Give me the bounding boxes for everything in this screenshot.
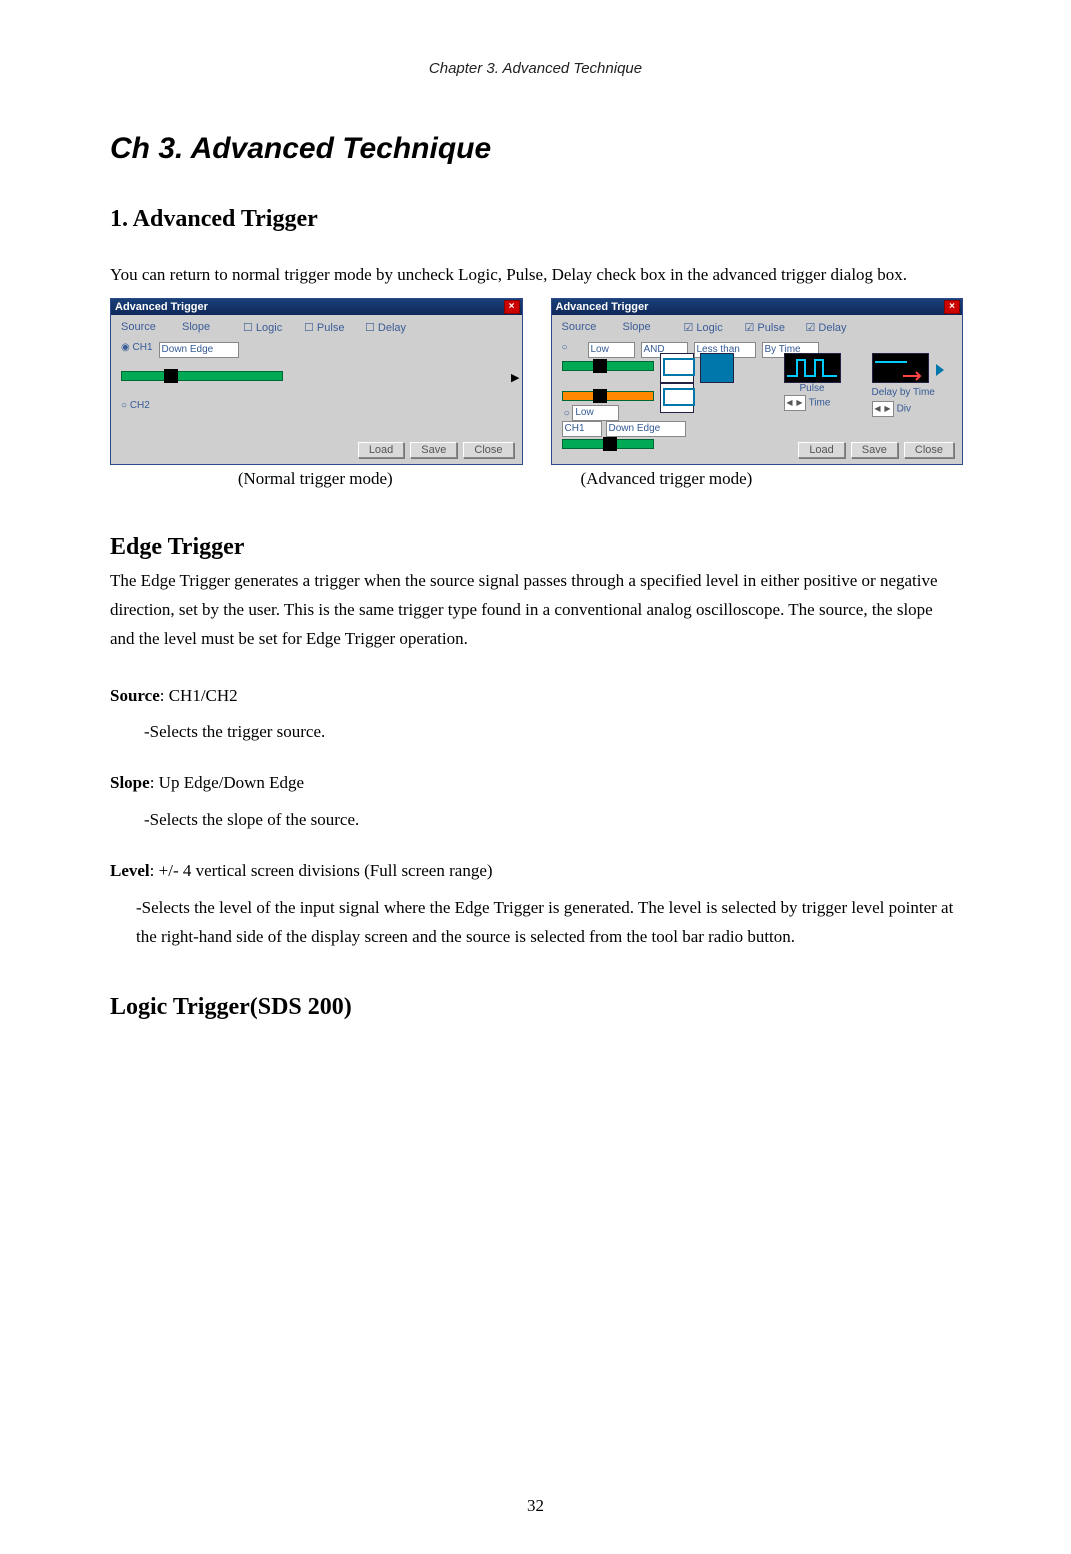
pulse-checkbox[interactable]: Pulse — [304, 321, 359, 334]
downedge-select[interactable]: Down Edge — [606, 421, 686, 437]
time-stepper-group: ◀▶ Time — [784, 395, 831, 411]
chapter-title: Ch 3. Advanced Technique — [110, 132, 961, 166]
level-label: Level — [110, 861, 150, 880]
pulse-wave-panel — [784, 353, 841, 383]
low-select-2[interactable]: Low — [572, 405, 619, 421]
close-icon[interactable]: × — [944, 300, 960, 314]
slope-select[interactable]: Down Edge — [159, 342, 239, 358]
slope-label: Slope — [182, 321, 237, 334]
time-stepper[interactable]: ◀▶ — [784, 395, 806, 411]
section-1-intro: You can return to normal trigger mode by… — [110, 261, 961, 290]
low-select[interactable]: Low — [588, 342, 635, 358]
window-titlebar: Advanced Trigger × — [552, 299, 963, 315]
ch1-slider-thumb[interactable] — [593, 359, 607, 373]
source-value: : CH1/CH2 — [160, 686, 238, 705]
ch2-radio[interactable]: CH2 — [121, 400, 150, 411]
tri-right-icon — [936, 364, 944, 376]
edge-trigger-title: Edge Trigger — [110, 534, 961, 561]
source-label: Source — [110, 686, 160, 705]
slope-label: Slope — [110, 773, 150, 792]
level-desc: -Selects the level of the input signal w… — [110, 894, 961, 952]
tri-right-icon: ▶ — [511, 371, 519, 384]
level-line: Level: +/- 4 vertical screen divisions (… — [110, 857, 961, 886]
save-button[interactable]: Save — [851, 442, 898, 458]
slope-desc: -Selects the slope of the source. — [110, 806, 961, 835]
logic-trigger-title: Logic Trigger(SDS 200) — [110, 994, 961, 1021]
delay-checkbox[interactable]: Delay — [365, 321, 420, 334]
close-icon[interactable]: × — [504, 300, 520, 314]
time-label: Time — [809, 397, 831, 408]
logic-checkbox[interactable]: Logic — [684, 321, 739, 334]
logic-pane3 — [660, 383, 694, 413]
window-title: Advanced Trigger — [556, 301, 649, 313]
close-button[interactable]: Close — [904, 442, 954, 458]
ch2-slider-thumb[interactable] — [593, 389, 607, 403]
window-titlebar: Advanced Trigger × — [111, 299, 522, 315]
source-label: Source — [562, 321, 617, 334]
source-desc: -Selects the trigger source. — [110, 718, 961, 747]
pulse-sublabel: Pulse — [800, 383, 825, 394]
logic-pane2 — [700, 353, 734, 383]
delay-checkbox[interactable]: Delay — [806, 321, 861, 334]
delay-wave-panel — [872, 353, 929, 383]
load-button[interactable]: Load — [358, 442, 404, 458]
ch2-radio[interactable] — [564, 408, 573, 419]
fig2-caption: (Advanced trigger mode) — [551, 469, 962, 489]
close-button[interactable]: Close — [463, 442, 513, 458]
advanced-trigger-screenshot: Advanced Trigger × Source Slope Logic Pu… — [551, 298, 964, 465]
div-stepper-group: ◀▶ Div — [872, 401, 912, 417]
source-line: Source: CH1/CH2 — [110, 682, 961, 711]
delay-by-time-label: Delay by Time — [872, 387, 935, 398]
slope-label: Slope — [623, 321, 678, 334]
fig1-caption: (Normal trigger mode) — [110, 469, 521, 489]
ch1-radio[interactable]: CH1 — [121, 342, 153, 358]
ch1-slider-thumb[interactable] — [164, 369, 178, 383]
ch1-select[interactable]: CH1 — [562, 421, 602, 437]
section-1-title: 1. Advanced Trigger — [110, 206, 961, 233]
logic-pane — [660, 353, 694, 383]
pulse-checkbox[interactable]: Pulse — [745, 321, 800, 334]
div-stepper[interactable]: ◀▶ — [872, 401, 894, 417]
slope-value: : Up Edge/Down Edge — [150, 773, 304, 792]
edge-trigger-paragraph: The Edge Trigger generates a trigger whe… — [110, 567, 961, 654]
save-button[interactable]: Save — [410, 442, 457, 458]
page-number: 32 — [0, 1496, 1071, 1516]
ch1-radio[interactable] — [562, 342, 582, 358]
source-label: Source — [121, 321, 176, 334]
bottom-slider-thumb[interactable] — [603, 437, 617, 451]
slope-line: Slope: Up Edge/Down Edge — [110, 769, 961, 798]
load-button[interactable]: Load — [798, 442, 844, 458]
page-header: Chapter 3. Advanced Technique — [110, 60, 961, 77]
normal-trigger-screenshot: Advanced Trigger × Source Slope Logic Pu… — [110, 298, 523, 465]
level-value: : +/- 4 vertical screen divisions (Full … — [150, 861, 493, 880]
window-title: Advanced Trigger — [115, 301, 208, 313]
logic-checkbox[interactable]: Logic — [243, 321, 298, 334]
div-label: Div — [897, 403, 911, 414]
